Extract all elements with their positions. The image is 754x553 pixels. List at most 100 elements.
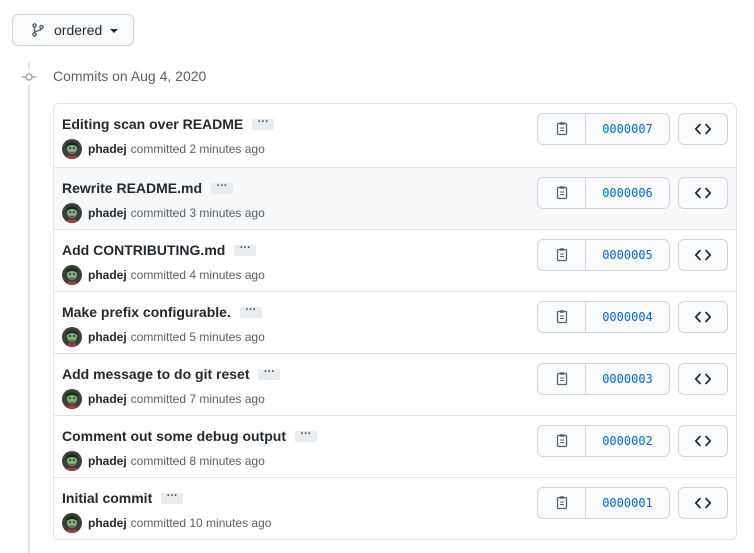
- expand-message-button[interactable]: ···: [294, 429, 317, 442]
- author-link[interactable]: phadej: [88, 142, 127, 156]
- copy-sha-button[interactable]: [538, 364, 586, 394]
- code-icon: [694, 495, 712, 511]
- sha-button-group: 0000003: [537, 363, 670, 395]
- avatar[interactable]: [62, 265, 82, 285]
- author-link[interactable]: phadej: [88, 516, 127, 530]
- git-branch-icon: [30, 22, 46, 38]
- copy-sha-button[interactable]: [538, 178, 586, 208]
- relative-time: 5 minutes ago: [189, 330, 265, 344]
- commit-row: Editing scan over README ··· phadej comm…: [54, 104, 736, 167]
- clippy-icon: [554, 495, 570, 511]
- commit-meta: phadej committed 3 minutes ago: [62, 203, 265, 223]
- commit-title-line: Initial commit ···: [62, 490, 184, 506]
- commit-message-link[interactable]: Editing scan over README: [62, 116, 243, 132]
- committed-label: committed: [130, 268, 187, 282]
- avatar[interactable]: [62, 139, 82, 159]
- sha-button-group: 0000006: [537, 177, 670, 209]
- copy-sha-button[interactable]: [538, 302, 586, 332]
- commit-list: Editing scan over README ··· phadej comm…: [53, 103, 737, 540]
- commit-meta: phadej committed 4 minutes ago: [62, 265, 265, 285]
- branch-select-button[interactable]: ordered: [12, 14, 134, 46]
- commit-message-link[interactable]: Comment out some debug output: [62, 428, 286, 444]
- commit-title-line: Editing scan over README ···: [62, 116, 275, 132]
- clippy-icon: [554, 433, 570, 449]
- commit-row: Rewrite README.md ··· phadej committed 3…: [54, 167, 736, 229]
- browse-repository-button[interactable]: [678, 487, 728, 519]
- commit-message-link[interactable]: Make prefix configurable.: [62, 304, 231, 320]
- expand-message-button[interactable]: ···: [239, 305, 262, 318]
- commit-message-link[interactable]: Add CONTRIBUTING.md: [62, 242, 225, 258]
- commit-row: Initial commit ··· phadej committed 10 m…: [54, 477, 736, 539]
- commit-meta: phadej committed 7 minutes ago: [62, 389, 265, 409]
- sha-button-group: 0000004: [537, 301, 670, 333]
- commit-meta: phadej committed 8 minutes ago: [62, 451, 265, 471]
- expand-message-button[interactable]: ···: [234, 243, 257, 256]
- commit-message-link[interactable]: Initial commit: [62, 490, 152, 506]
- avatar[interactable]: [62, 389, 82, 409]
- clippy-icon: [554, 247, 570, 263]
- commit-row: Comment out some debug output ··· phadej…: [54, 415, 736, 477]
- commit-sha-link[interactable]: 0000005: [586, 240, 669, 270]
- browse-repository-button[interactable]: [678, 239, 728, 271]
- author-link[interactable]: phadej: [88, 454, 127, 468]
- browse-repository-button[interactable]: [678, 177, 728, 209]
- code-icon: [694, 247, 712, 263]
- committed-label: committed: [130, 206, 187, 220]
- commit-title-line: Rewrite README.md ···: [62, 180, 234, 196]
- relative-time: 3 minutes ago: [189, 206, 265, 220]
- commit-sha-link[interactable]: 0000001: [586, 488, 669, 518]
- committed-label: committed: [130, 142, 187, 156]
- commit-group-title: Commits on Aug 4, 2020: [53, 68, 207, 84]
- commit-sha-link[interactable]: 0000002: [586, 426, 669, 456]
- copy-sha-button[interactable]: [538, 114, 586, 144]
- avatar[interactable]: [62, 203, 82, 223]
- clippy-icon: [554, 121, 570, 137]
- relative-time: 4 minutes ago: [189, 268, 265, 282]
- clippy-icon: [554, 185, 570, 201]
- commit-message-link[interactable]: Rewrite README.md: [62, 180, 202, 196]
- commit-sha-link[interactable]: 0000004: [586, 302, 669, 332]
- code-icon: [694, 185, 712, 201]
- avatar[interactable]: [62, 451, 82, 471]
- commit-title-line: Add message to do git reset ···: [62, 366, 281, 382]
- expand-message-button[interactable]: ···: [161, 491, 184, 504]
- browse-repository-button[interactable]: [678, 363, 728, 395]
- author-link[interactable]: phadej: [88, 268, 127, 282]
- code-icon: [694, 371, 712, 387]
- author-link[interactable]: phadej: [88, 392, 127, 406]
- sha-button-group: 0000007: [537, 113, 670, 145]
- commit-message-link[interactable]: Add message to do git reset: [62, 366, 249, 382]
- commit-sha-link[interactable]: 0000003: [586, 364, 669, 394]
- sha-button-group: 0000005: [537, 239, 670, 271]
- author-link[interactable]: phadej: [88, 206, 127, 220]
- sha-button-group: 0000001: [537, 487, 670, 519]
- browse-repository-button[interactable]: [678, 301, 728, 333]
- clippy-icon: [554, 371, 570, 387]
- commit-meta: phadej committed 5 minutes ago: [62, 327, 265, 347]
- copy-sha-button[interactable]: [538, 488, 586, 518]
- expand-message-button[interactable]: ···: [252, 117, 275, 130]
- relative-time: 8 minutes ago: [189, 454, 265, 468]
- committed-label: committed: [130, 516, 187, 530]
- relative-time: 10 minutes ago: [189, 516, 272, 530]
- relative-time: 7 minutes ago: [189, 392, 265, 406]
- copy-sha-button[interactable]: [538, 240, 586, 270]
- avatar[interactable]: [62, 327, 82, 347]
- timeline-line: [28, 62, 30, 553]
- commit-meta: phadej committed 2 minutes ago: [62, 139, 265, 159]
- expand-message-button[interactable]: ···: [258, 367, 281, 380]
- sha-button-group: 0000002: [537, 425, 670, 457]
- browse-repository-button[interactable]: [678, 113, 728, 145]
- caret-down-icon: [110, 29, 119, 33]
- browse-repository-button[interactable]: [678, 425, 728, 457]
- author-link[interactable]: phadej: [88, 330, 127, 344]
- copy-sha-button[interactable]: [538, 426, 586, 456]
- expand-message-button[interactable]: ···: [211, 181, 234, 194]
- avatar[interactable]: [62, 513, 82, 533]
- commit-row: Add message to do git reset ··· phadej c…: [54, 353, 736, 415]
- commit-sha-link[interactable]: 0000007: [586, 114, 669, 144]
- code-icon: [694, 121, 712, 137]
- commit-sha-link[interactable]: 0000006: [586, 178, 669, 208]
- code-icon: [694, 309, 712, 325]
- commit-row: Add CONTRIBUTING.md ··· phadej committed…: [54, 229, 736, 291]
